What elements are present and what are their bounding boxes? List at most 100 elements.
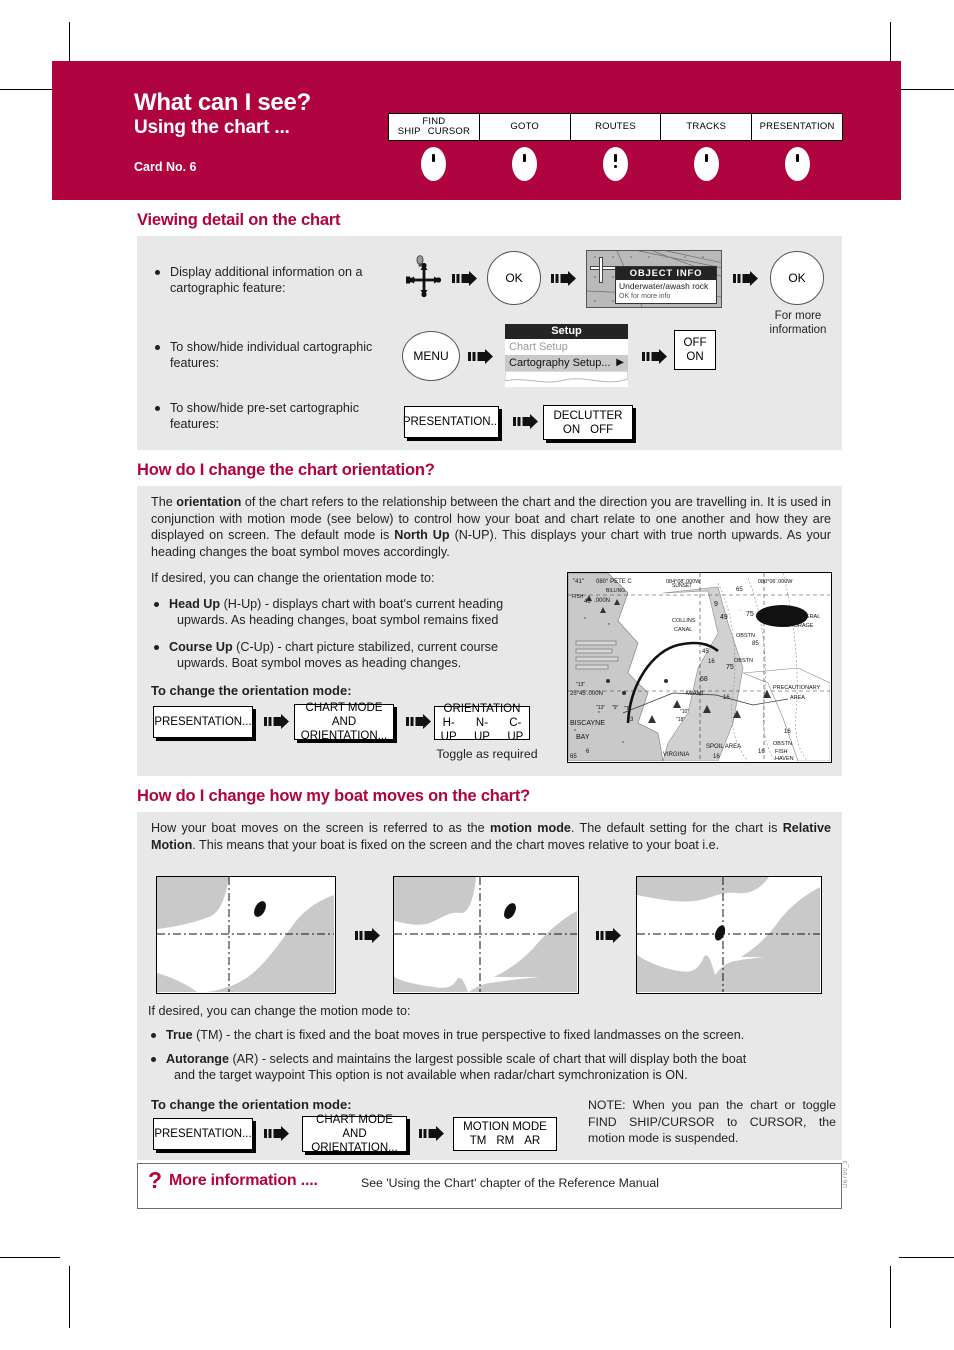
svg-text:9: 9: [714, 601, 718, 608]
caption-l2: information: [769, 324, 827, 336]
declutter-on-option[interactable]: ON: [563, 423, 580, 437]
softkey-button-tracks[interactable]: [694, 147, 719, 181]
bullet-text-l2: features:: [170, 356, 220, 370]
chart-mode-label-l1: CHART MODE AND: [305, 702, 383, 728]
bullet-text-l1: Display additional information on a: [170, 265, 363, 279]
svg-text:16: 16: [723, 695, 730, 701]
chart-mode-label-l2: ORIENTATION...: [311, 1142, 398, 1154]
orientation-toggle-box[interactable]: ORIENTATION H-UP N-UP C-UP: [434, 703, 530, 743]
motion-mini-chart-2: [393, 876, 579, 994]
section-heading-boat-motion: How do I change how my boat moves on the…: [137, 787, 531, 805]
off-option[interactable]: OFF: [684, 336, 707, 350]
setup-menu-item-cartography-setup[interactable]: Cartography Setup... ▶: [505, 355, 628, 371]
svg-text:*: *: [608, 623, 610, 629]
motion-option-tm[interactable]: TM: [470, 1134, 487, 1148]
declutter-off-option[interactable]: OFF: [590, 423, 613, 437]
orientation-option-hup[interactable]: H-UP: [435, 716, 462, 744]
softkey-find-cursor: CURSOR: [427, 126, 471, 137]
bullet-display-additional-info: Display additional information on a cart…: [152, 264, 410, 296]
svg-text:65: 65: [570, 754, 577, 760]
declutter-box[interactable]: DECLUTTER ON OFF: [543, 405, 633, 440]
declutter-label: DECLUTTER: [553, 409, 623, 422]
softkey-find-ship: SHIP: [397, 126, 421, 137]
setup-menu-item-chart-setup[interactable]: Chart Setup: [505, 339, 628, 355]
svg-text:16: 16: [713, 754, 720, 760]
ok-key-2-caption: For more information: [762, 309, 834, 337]
m1-part-a: How your boat moves on the screen is ref…: [151, 821, 491, 835]
svg-text:"13": "13": [576, 682, 585, 688]
presentation-label: PRESENTATION...: [402, 416, 501, 428]
svg-text:*: *: [622, 741, 624, 747]
bullet-show-hide-preset: To show/hide pre-set cartographic featur…: [152, 400, 410, 432]
document-code: D6790_3: [843, 1160, 849, 1188]
softkey-button-presentation[interactable]: [785, 147, 810, 181]
svg-text:BISCAYNE: BISCAYNE: [570, 720, 605, 727]
object-info-line1: Underwater/awash rock: [619, 281, 709, 291]
svg-text:49: 49: [720, 614, 728, 621]
svg-text:65: 65: [736, 587, 743, 593]
presentation-button-s3[interactable]: PRESENTATION...: [153, 1118, 253, 1150]
svg-text:GENERAL: GENERAL: [794, 614, 820, 620]
flow-arrow-icon: [596, 928, 622, 943]
presentation-button-s2[interactable]: PRESENTATION...: [153, 706, 253, 738]
off-on-box[interactable]: OFF ON: [674, 330, 716, 370]
page-header-banner: What can I see? Using the chart ... Card…: [52, 61, 901, 200]
flow-arrow-icon: [264, 1126, 290, 1141]
on-option[interactable]: ON: [686, 350, 703, 364]
softkey-button-goto[interactable]: [512, 147, 537, 181]
motion-option-ar[interactable]: AR: [524, 1134, 540, 1148]
crop-mark-left-bottom: [0, 1257, 60, 1258]
motion-option-rm[interactable]: RM: [496, 1134, 514, 1148]
head-up-rest-l1: (H-Up) - displays chart with boat's curr…: [220, 597, 504, 611]
toggle-as-required-caption: Toggle as required: [436, 747, 538, 761]
object-info-popup: OBJECT INFO Underwater/awash rock OK for…: [615, 266, 717, 304]
bullet-text-l2: cartographic feature:: [170, 281, 286, 295]
orientation-option-nup[interactable]: N-UP: [468, 716, 495, 744]
softkey-label-find: FIND SHIP CURSOR: [389, 114, 480, 140]
bullet-text-l2: features:: [170, 417, 220, 431]
flow-arrow-icon: [264, 714, 290, 729]
chart-cursor-icon: [590, 257, 616, 283]
course-up-rest-l2: upwards. Boat symbol moves as heading ch…: [177, 656, 462, 670]
subheading-change-orientation-mode: To change the orientation mode:: [151, 683, 352, 698]
svg-text:"18": "18": [676, 717, 685, 723]
svg-text:75: 75: [746, 611, 754, 618]
svg-text:HAVEN: HAVEN: [775, 756, 794, 761]
crop-mark-left-top: [0, 89, 60, 90]
bullet-true-motion: True (TM) - the chart is fixed and the b…: [148, 1027, 856, 1043]
svg-text:AREA: AREA: [790, 695, 805, 701]
menu-key[interactable]: MENU: [402, 331, 460, 381]
orientation-option-cup[interactable]: C-UP: [502, 716, 529, 744]
orientation-paragraph-2: If desired, you can change the orientati…: [151, 571, 435, 585]
title-block: What can I see? Using the chart ... Card…: [134, 90, 384, 175]
softkey-label-presentation: PRESENTATION: [759, 120, 835, 132]
motion-mode-toggle-box[interactable]: MOTION MODE TM RM AR: [453, 1117, 557, 1151]
chart-mode-orientation-button-s3[interactable]: CHART MODE AND ORIENTATION...: [302, 1114, 407, 1154]
svg-text:PRECAUTIONARY: PRECAUTIONARY: [773, 685, 821, 691]
svg-text:VIRGINIA: VIRGINIA: [663, 752, 689, 758]
chart-mode-orientation-button-s2[interactable]: CHART MODE AND ORIENTATION...: [294, 702, 394, 742]
crop-mark-bottom-left: [69, 1266, 70, 1328]
more-information-footer: ? More information .... See 'Using the C…: [137, 1163, 842, 1209]
navigation-chart-image: * * * * * "41" 080° PETE C 084°08'.000W 080…: [567, 572, 832, 763]
setup-menu: Setup Chart Setup Cartography Setup... ▶: [505, 324, 628, 387]
flow-arrow-icon: [406, 714, 432, 729]
motion-mode-note: NOTE: When you pan the chart or toggle F…: [588, 1098, 836, 1145]
presentation-button-s1[interactable]: PRESENTATION...: [402, 406, 501, 438]
crop-mark-bottom-right: [890, 1266, 891, 1328]
flow-arrow-icon: [419, 1126, 445, 1141]
chart-mode-label-l2: ORIENTATION...: [300, 730, 388, 742]
svg-text:*: *: [598, 711, 600, 717]
softkey-button-find[interactable]: [421, 147, 446, 181]
presentation-label: PRESENTATION...: [154, 716, 252, 728]
softkey-button-routes[interactable]: [603, 147, 628, 181]
svg-text:ANCHORAGE: ANCHORAGE: [778, 623, 814, 629]
ok-key-1[interactable]: OK: [487, 251, 541, 305]
bullet-autorange: Autorange (AR) - selects and maintains t…: [148, 1051, 856, 1083]
page-subtitle: Using the chart ...: [134, 117, 290, 138]
svg-text:"T": "T": [624, 706, 631, 712]
ok-key-2[interactable]: OK: [770, 251, 824, 305]
p1-northup-bold: North Up: [394, 528, 450, 542]
more-information-label: More information ....: [169, 1172, 318, 1189]
flow-arrow-icon: [452, 271, 478, 286]
